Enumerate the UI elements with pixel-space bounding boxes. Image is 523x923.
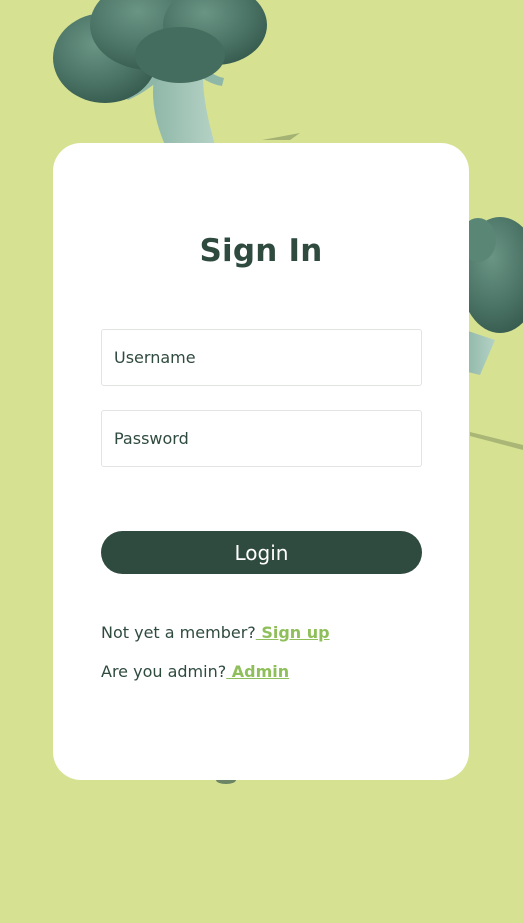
password-field[interactable] [101,410,422,467]
signup-prompt: Not yet a member? Sign up [101,623,330,642]
username-input[interactable] [102,330,421,385]
broccoli-right-image [460,217,523,450]
admin-prompt: Are you admin? Admin [101,662,289,681]
admin-link[interactable]: Admin [226,662,289,681]
signin-card: Sign In Login Not yet a member? Sign up … [53,143,469,780]
broccoli-top-image [53,0,300,145]
member-prompt-text: Not yet a member? [101,623,256,642]
username-field[interactable] [101,329,422,386]
admin-prompt-text: Are you admin? [101,662,227,681]
signup-link[interactable]: Sign up [256,623,329,642]
password-input[interactable] [102,411,421,466]
signin-title: Sign In [199,233,323,269]
login-button[interactable]: Login [101,531,422,574]
